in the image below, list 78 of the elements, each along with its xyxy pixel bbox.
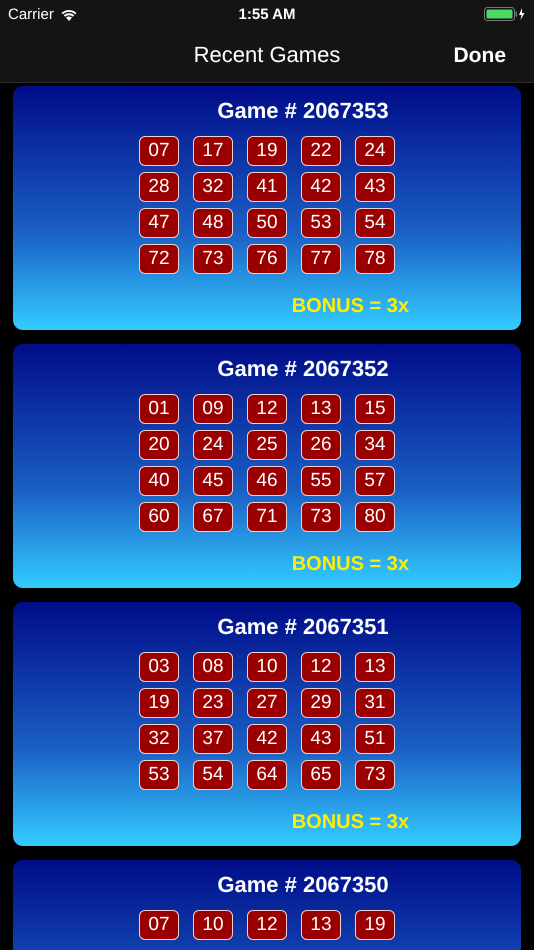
number-tile: 40 — [139, 466, 179, 496]
number-tile: 34 — [355, 430, 395, 460]
number-tile: 07 — [139, 136, 179, 166]
number-tile: 50 — [247, 208, 287, 238]
number-tile: 65 — [301, 760, 341, 790]
number-tile: 43 — [355, 172, 395, 202]
number-tile: 57 — [355, 466, 395, 496]
wifi-icon — [60, 8, 78, 20]
number-tile: 55 — [301, 466, 341, 496]
bonus-label: BONUS = 3x — [292, 553, 409, 576]
bonus-label: BONUS = 3x — [292, 295, 409, 318]
number-tile: 46 — [247, 466, 287, 496]
number-tile: 60 — [139, 502, 179, 532]
bonus-label: BONUS = 3x — [292, 811, 409, 834]
number-tile: 77 — [301, 244, 341, 274]
number-tile: 22 — [301, 136, 341, 166]
number-tile: 51 — [355, 724, 395, 754]
number-tile: 32 — [193, 172, 233, 202]
number-tile: 32 — [139, 724, 179, 754]
number-tile: 03 — [139, 652, 179, 682]
number-tile: 67 — [193, 502, 233, 532]
number-tile: 20 — [139, 430, 179, 460]
game-title: Game # 2067351 — [216, 614, 390, 640]
number-tile: 13 — [301, 910, 341, 940]
number-tile: 23 — [193, 688, 233, 718]
number-tile: 13 — [301, 394, 341, 424]
number-tile: 41 — [247, 172, 287, 202]
number-tile: 09 — [193, 394, 233, 424]
carrier-name: Carrier — [8, 6, 54, 22]
number-tile: 53 — [301, 208, 341, 238]
number-tile: 12 — [247, 910, 287, 940]
number-tile: 27 — [247, 688, 287, 718]
number-tile: 31 — [355, 688, 395, 718]
number-tile: 07 — [139, 910, 179, 940]
number-tile: 08 — [193, 652, 233, 682]
number-tile: 64 — [247, 760, 287, 790]
number-tile: 24 — [355, 136, 395, 166]
number-tile: 12 — [247, 394, 287, 424]
number-tile: 24 — [193, 430, 233, 460]
number-tile: 10 — [247, 652, 287, 682]
number-tile: 80 — [355, 502, 395, 532]
number-tile: 10 — [193, 910, 233, 940]
number-tile: 54 — [193, 760, 233, 790]
number-tile: 42 — [301, 172, 341, 202]
number-tile: 73 — [301, 502, 341, 532]
number-tile: 73 — [355, 760, 395, 790]
number-tile: 48 — [193, 208, 233, 238]
status-time: 1:55 AM — [238, 6, 296, 22]
number-tile: 15 — [355, 394, 395, 424]
done-button[interactable]: Done — [452, 40, 508, 72]
number-tile: 73 — [193, 244, 233, 274]
number-tile: 17 — [193, 136, 233, 166]
number-tile: 19 — [355, 910, 395, 940]
number-tile: 28 — [139, 172, 179, 202]
number-tile: 76 — [247, 244, 287, 274]
game-title: Game # 2067353 — [216, 98, 390, 124]
number-tile: 29 — [301, 688, 341, 718]
number-tile: 43 — [301, 724, 341, 754]
number-tile: 19 — [139, 688, 179, 718]
number-tile: 78 — [355, 244, 395, 274]
number-tile: 72 — [139, 244, 179, 274]
number-tile: 12 — [301, 652, 341, 682]
number-tile: 13 — [355, 652, 395, 682]
number-tile: 01 — [139, 394, 179, 424]
number-tile: 26 — [301, 430, 341, 460]
game-title: Game # 2067350 — [216, 872, 390, 898]
number-tile: 47 — [139, 208, 179, 238]
screen-title: Recent Games — [194, 42, 340, 68]
number-tile: 71 — [247, 502, 287, 532]
number-tile: 25 — [247, 430, 287, 460]
number-tile: 45 — [193, 466, 233, 496]
battery-icon — [484, 7, 526, 21]
number-tile: 37 — [193, 724, 233, 754]
number-tile: 54 — [355, 208, 395, 238]
game-title: Game # 2067352 — [216, 356, 390, 382]
number-tile: 19 — [247, 136, 287, 166]
number-tile: 42 — [247, 724, 287, 754]
number-tile: 53 — [139, 760, 179, 790]
